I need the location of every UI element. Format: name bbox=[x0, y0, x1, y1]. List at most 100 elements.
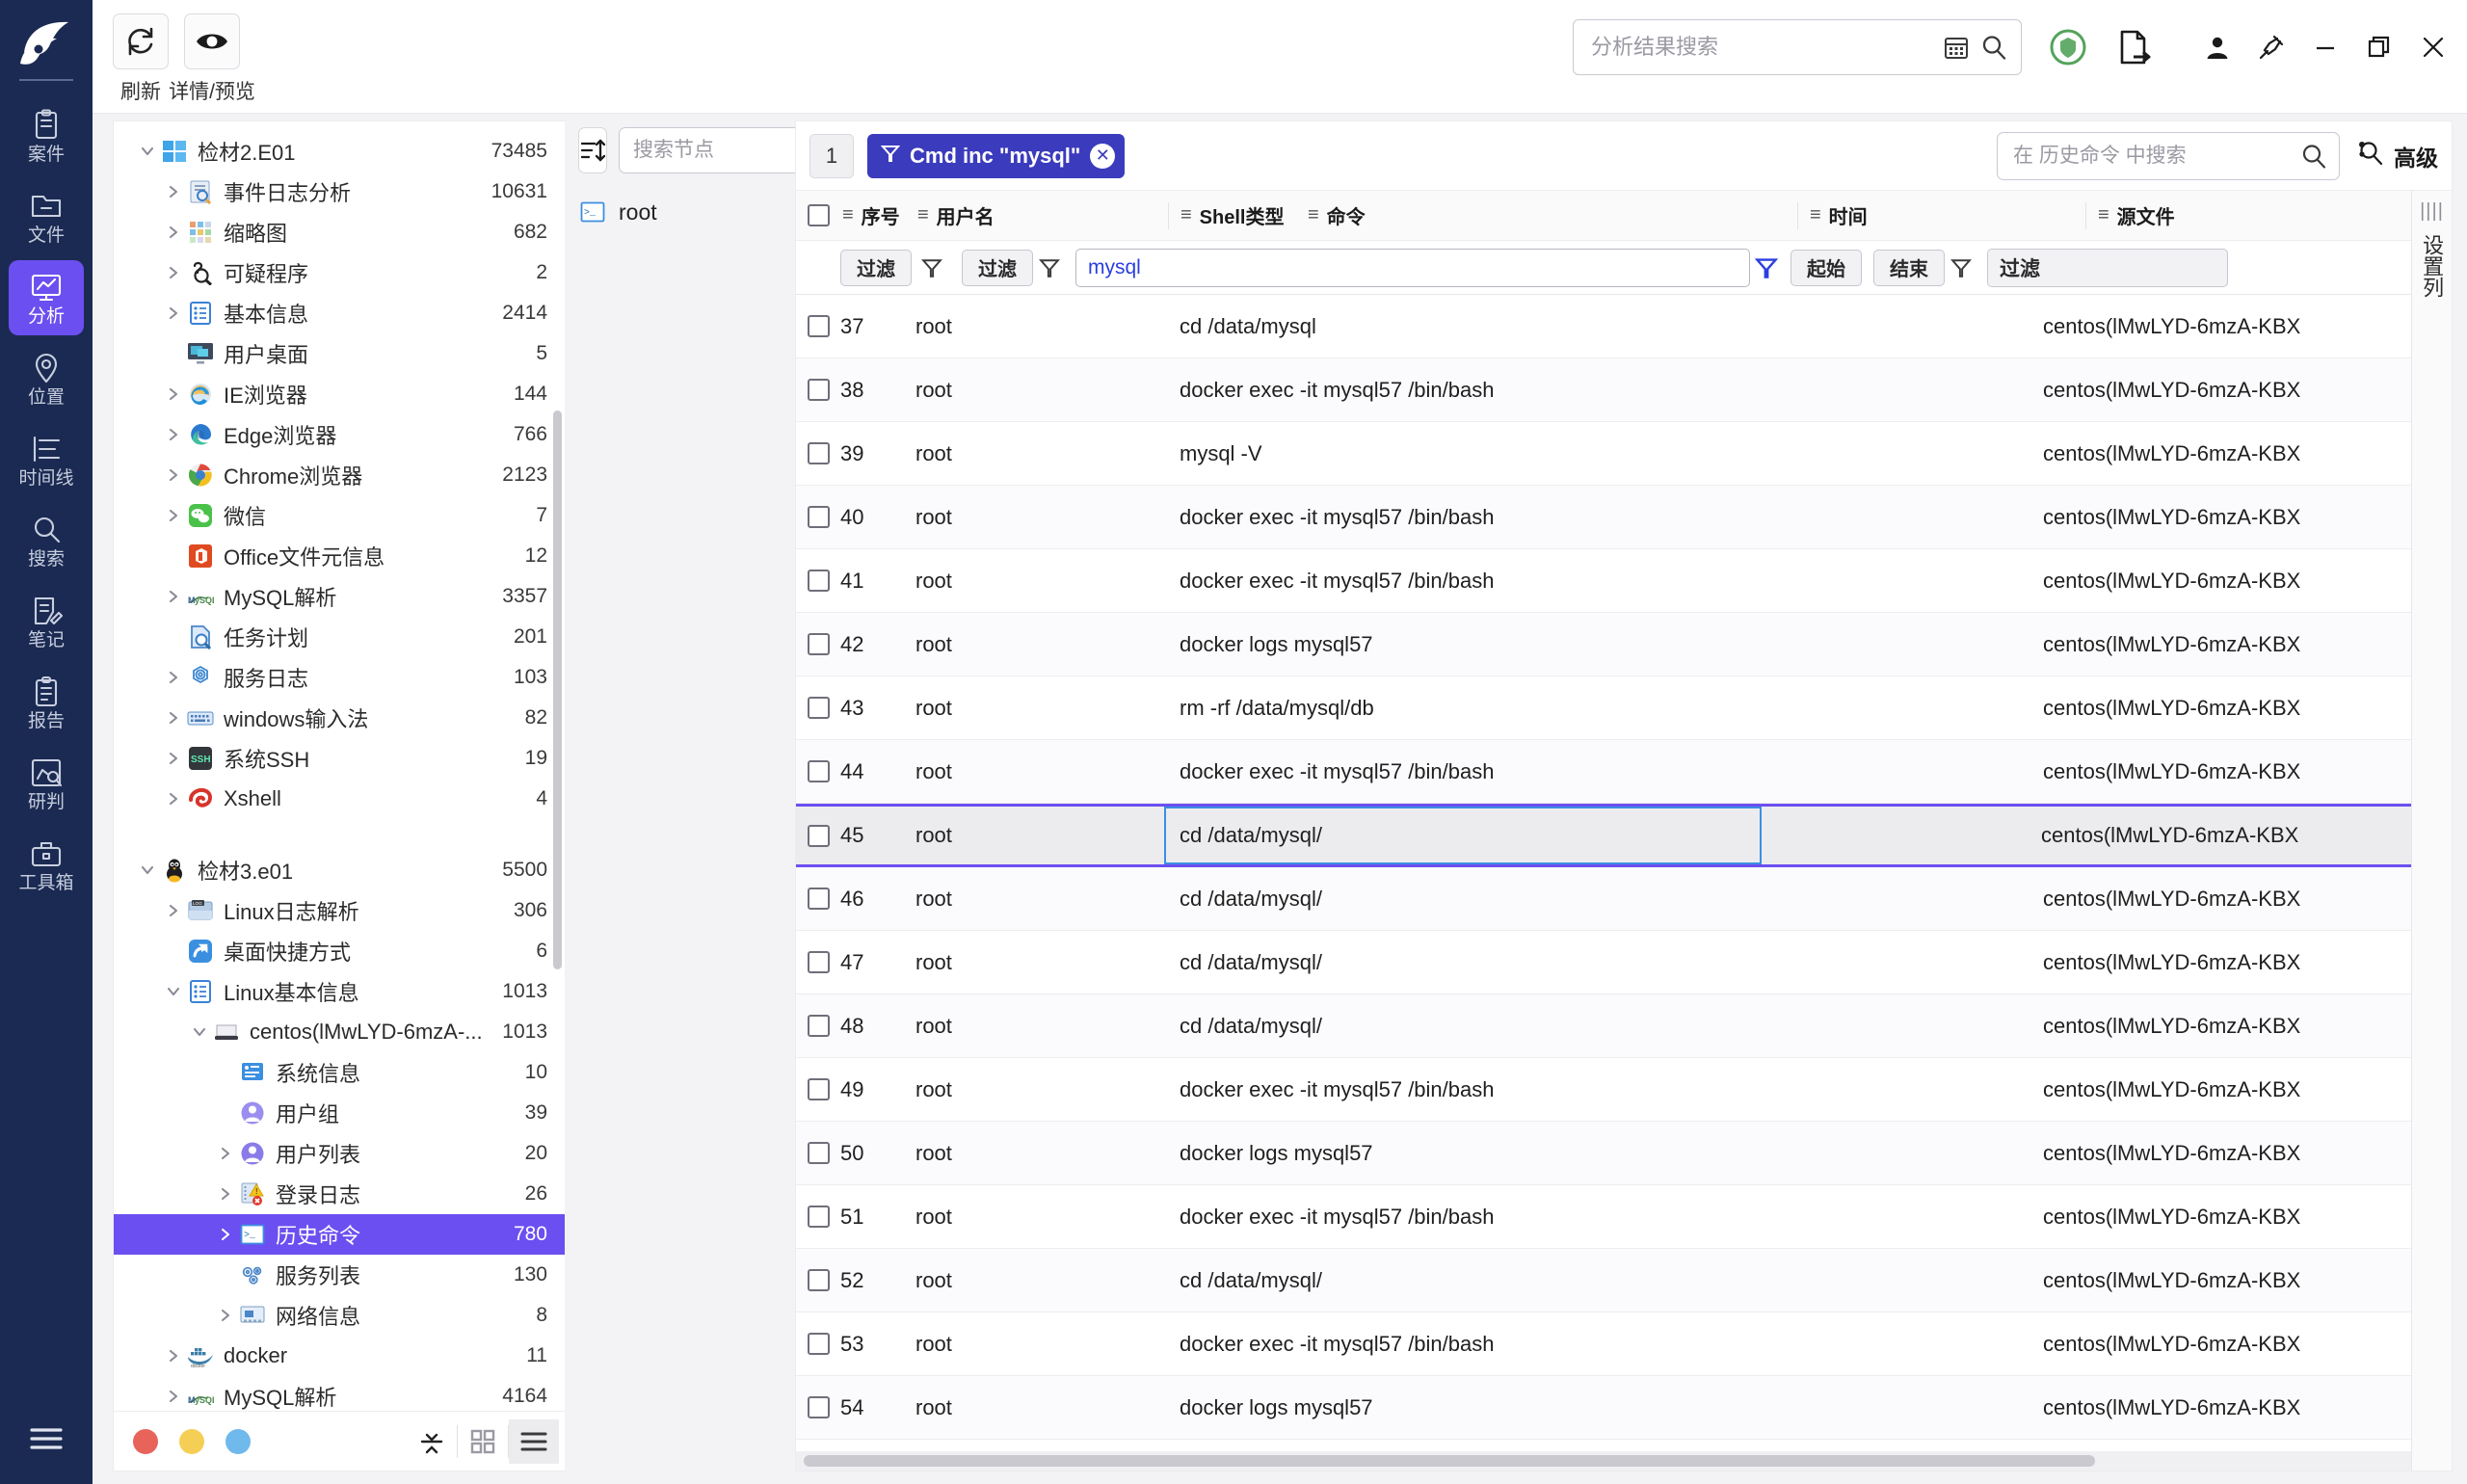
grid-view-icon[interactable] bbox=[458, 1419, 508, 1464]
row-checkbox[interactable] bbox=[796, 570, 840, 592]
cell-command[interactable]: docker logs mysql57 bbox=[1166, 632, 1764, 657]
table-row[interactable]: 40 root docker exec -it mysql57 /bin/bash c… bbox=[796, 486, 2452, 549]
chevron-down-icon[interactable] bbox=[161, 983, 186, 1000]
advanced-search-button[interactable]: 高级 bbox=[2357, 140, 2438, 172]
row-checkbox[interactable] bbox=[796, 1269, 840, 1291]
tree-node-Xshell[interactable]: Xshell 4 bbox=[114, 779, 565, 819]
row-checkbox[interactable] bbox=[796, 1015, 840, 1037]
table-horizontal-scrollbar[interactable] bbox=[804, 1455, 2095, 1467]
chevron-right-icon[interactable] bbox=[161, 385, 186, 403]
pin-icon[interactable] bbox=[2259, 35, 2284, 60]
rail-item-timeline[interactable]: 时间线 bbox=[9, 422, 84, 497]
tree-node-windows输入法[interactable]: windows输入法 82 bbox=[114, 698, 565, 738]
table-search-box[interactable] bbox=[1997, 131, 2340, 180]
chevron-right-icon[interactable] bbox=[161, 183, 186, 200]
funnel-icon[interactable] bbox=[1033, 257, 1066, 278]
tree-node-检材2.E01[interactable]: 检材2.E01 73485 bbox=[114, 131, 565, 172]
filter-source-pill[interactable]: 过滤 bbox=[2000, 253, 2040, 282]
row-checkbox[interactable] bbox=[796, 315, 840, 337]
chevron-right-icon[interactable] bbox=[161, 902, 186, 919]
column-settings-strip[interactable]: |||| 设置列 bbox=[2411, 191, 2452, 1471]
chevron-right-icon[interactable] bbox=[213, 1307, 238, 1324]
rail-item-toolbox[interactable]: 工具箱 bbox=[9, 827, 84, 902]
row-checkbox[interactable] bbox=[796, 1206, 840, 1228]
cell-command[interactable]: docker exec -it mysql57 /bin/bash bbox=[1166, 378, 1764, 403]
tree-node-Linux基本信息[interactable]: Linux基本信息 1013 bbox=[114, 971, 565, 1012]
row-checkbox[interactable] bbox=[796, 760, 840, 782]
tree-node-docker[interactable]: docker docker 11 bbox=[114, 1336, 565, 1376]
row-checkbox[interactable] bbox=[796, 824, 840, 847]
table-search-input[interactable] bbox=[2013, 144, 2300, 168]
row-checkbox[interactable] bbox=[796, 442, 840, 464]
column-header-shell[interactable]: ≡ Shell类型 bbox=[1179, 191, 1306, 240]
row-checkbox[interactable] bbox=[796, 379, 840, 401]
tree-node-历史命令[interactable]: >_ 历史命令 780 bbox=[114, 1214, 565, 1255]
chevron-down-icon[interactable] bbox=[135, 861, 160, 879]
chevron-right-icon[interactable] bbox=[161, 466, 186, 484]
rail-item-folder-minus[interactable]: 文件 bbox=[9, 179, 84, 254]
cell-command[interactable]: cd /data/mysql/ bbox=[1166, 887, 1764, 912]
row-checkbox[interactable] bbox=[796, 506, 840, 528]
chevron-right-icon[interactable] bbox=[161, 790, 186, 808]
tree-node-微信[interactable]: 微信 7 bbox=[114, 495, 565, 536]
cell-command[interactable]: docker exec -it mysql57 /bin/bash bbox=[1166, 1205, 1764, 1230]
chevron-right-icon[interactable] bbox=[213, 1226, 238, 1243]
tree-node-基本信息[interactable]: 基本信息 2414 bbox=[114, 293, 565, 333]
tree-node-网络信息[interactable]: 网络信息 8 bbox=[114, 1295, 565, 1336]
analysis-search-input[interactable] bbox=[1591, 35, 1944, 60]
cell-command[interactable]: docker exec -it mysql57 /bin/bash bbox=[1166, 569, 1764, 594]
tree-node-服务列表[interactable]: 服务列表 130 bbox=[114, 1255, 565, 1295]
active-filter-chip[interactable]: Cmd inc "mysql" ✕ bbox=[867, 133, 1126, 178]
close-icon[interactable] bbox=[2421, 35, 2446, 60]
column-header-index[interactable]: ≡ 序号 bbox=[840, 191, 915, 240]
filter-time-end-pill[interactable]: 结束 bbox=[1873, 249, 1945, 286]
tree-node-登录日志[interactable]: ! 登录日志 26 bbox=[114, 1174, 565, 1214]
table-row[interactable]: 41 root docker exec -it mysql57 /bin/bash c… bbox=[796, 549, 2452, 613]
chevron-right-icon[interactable] bbox=[161, 669, 186, 686]
tree-node-Linux日志解析[interactable]: LOG Linux日志解析 306 bbox=[114, 890, 565, 931]
tree-node-系统SSH[interactable]: SSH 系统SSH 19 bbox=[114, 738, 565, 779]
column-header-user[interactable]: ≡ 用户名 bbox=[915, 191, 1158, 240]
collapse-expand-icon[interactable] bbox=[407, 1419, 457, 1464]
cell-command[interactable]: docker exec -it mysql57 /bin/bash bbox=[1166, 505, 1764, 530]
analysis-search-box[interactable] bbox=[1573, 19, 2022, 75]
search-icon[interactable] bbox=[2300, 143, 2327, 170]
chevron-right-icon[interactable] bbox=[161, 709, 186, 727]
table-row[interactable]: 52 root cd /data/mysql/centos(lMwLYD-6mzA-… bbox=[796, 1249, 2452, 1312]
list-view-icon[interactable] bbox=[509, 1418, 559, 1464]
table-row[interactable]: 42 root docker logs mysql57 centos(lMwLYD-6… bbox=[796, 613, 2452, 676]
chevron-right-icon[interactable] bbox=[161, 264, 186, 281]
tree-node-系统信息[interactable]: 系统信息 10 bbox=[114, 1052, 565, 1093]
page-badge[interactable]: 1 bbox=[809, 133, 854, 178]
hamburger-menu-icon[interactable] bbox=[17, 1413, 75, 1465]
chevron-right-icon[interactable] bbox=[161, 1388, 186, 1405]
tree-node-用户桌面[interactable]: 用户桌面 5 bbox=[114, 333, 565, 374]
detail-preview-button[interactable]: 详情/预览 bbox=[169, 13, 255, 105]
file-export-icon[interactable] bbox=[2118, 29, 2151, 66]
table-row[interactable]: 39 root mysql -V centos(lMwLYD-6mzA-KBX bbox=[796, 422, 2452, 486]
chevron-right-icon[interactable] bbox=[213, 1145, 238, 1162]
chevron-right-icon[interactable] bbox=[161, 305, 186, 322]
cell-command[interactable]: cd /data/mysql bbox=[1166, 314, 1764, 339]
chevron-right-icon[interactable] bbox=[161, 750, 186, 767]
row-checkbox[interactable] bbox=[796, 1142, 840, 1164]
table-row[interactable]: 51 root docker exec -it mysql57 /bin/bash c… bbox=[796, 1185, 2452, 1249]
cell-command[interactable]: docker logs mysql57 bbox=[1166, 1395, 1764, 1420]
tree-node-Office文件元信息[interactable]: Office文件元信息 12 bbox=[114, 536, 565, 576]
close-icon[interactable]: ✕ bbox=[1090, 143, 1116, 169]
shield-check-icon[interactable] bbox=[2047, 26, 2089, 68]
rail-item-location-pin[interactable]: 位置 bbox=[9, 341, 84, 416]
cell-command[interactable]: cd /data/mysql/ bbox=[1166, 1014, 1764, 1039]
cell-command[interactable]: docker exec -it mysql57 /bin/bash bbox=[1166, 1077, 1764, 1102]
cell-command[interactable]: rm -rf /data/mysql/db bbox=[1166, 696, 1764, 721]
chevron-right-icon[interactable] bbox=[213, 1185, 238, 1203]
sort-icon[interactable] bbox=[578, 127, 607, 173]
column-header-cmd[interactable]: ≡ 命令 bbox=[1306, 191, 1788, 240]
tree-node-桌面快捷方式[interactable]: 桌面快捷方式 6 bbox=[114, 931, 565, 971]
calendar-icon[interactable] bbox=[1944, 35, 1969, 60]
tree-node-检材3.e01[interactable]: 检材3.e01 5500 bbox=[114, 850, 565, 890]
row-checkbox[interactable] bbox=[796, 1333, 840, 1355]
tree-node-MySQL解析[interactable]: MySQL MySQL解析 3357 bbox=[114, 576, 565, 617]
chevron-down-icon[interactable] bbox=[135, 143, 160, 160]
select-all-checkbox[interactable] bbox=[796, 204, 840, 226]
